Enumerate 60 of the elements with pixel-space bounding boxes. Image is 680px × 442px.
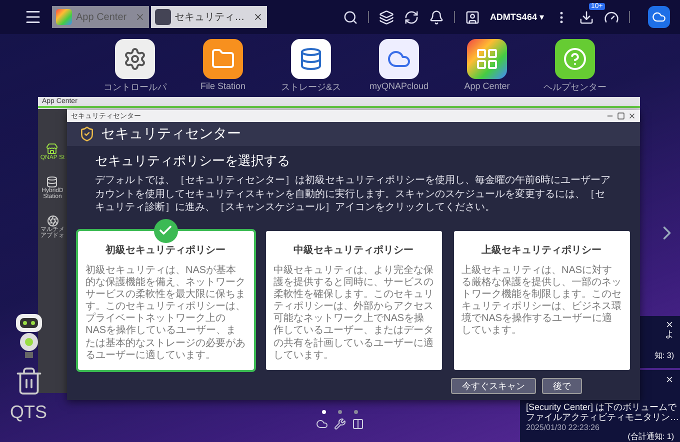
header-title: セキュリティセンター — [101, 125, 241, 143]
app-icon[interactable] — [467, 39, 507, 79]
notification-text: よ — [665, 329, 674, 340]
section-heading: セキュリティポリシーを選択する — [95, 152, 291, 170]
check-icon — [154, 218, 178, 242]
page-dot[interactable] — [322, 410, 326, 414]
tab-label: App Center — [76, 12, 128, 22]
tab-label: セキュリティ… — [174, 11, 246, 24]
bell-icon[interactable] — [428, 10, 444, 24]
policy-title: 上級セキュリティポリシー — [480, 244, 602, 256]
app-label[interactable]: ヘルプセンター — [544, 81, 606, 94]
policy-description: 中級セキュリティは、より完全な保護を提供すると同時に、サービスの柔軟性を確保します。このセキュリティポリシーは、外部からアクセス可能なネットワーク上でNASを操作しているユーザー、またはデータの共有を計画しているユーザーに適しています。 — [274, 264, 434, 362]
user-icon[interactable] — [464, 10, 480, 24]
maximize-icon[interactable] — [617, 112, 625, 120]
app-icon[interactable] — [379, 39, 419, 79]
app-label[interactable]: File Station — [200, 81, 246, 91]
notification-date: 2025/01/30 22:23:26 — [526, 422, 600, 432]
policy-description: 上級セキュリティは、NASに対する厳格な保護を提供し、一部のネットワーク機能を制限します。このセキュリティポリシーは、ビジネス環境でNASを操作するユーザーに適しています。 — [462, 264, 622, 338]
app-icon — [46, 143, 58, 155]
notification-count: 知: 3) — [654, 351, 674, 361]
menu-icon[interactable] — [24, 8, 42, 26]
app-icon[interactable] — [555, 39, 595, 79]
app-label[interactable]: myQNAPcloud — [369, 81, 429, 91]
policy-card[interactable]: 初級セキュリティポリシー 初級セキュリティは、NASが基本的な保護機能を備え、ネットワークサービスの柔軟性を最大限に保ちます。このセキュリティポリシーは、プライベートネットワーク上のNASを操作しているユーザー、または基本的なストレージの必要があるユーザーに適しています。 — [78, 230, 254, 370]
description-text: デフォルトでは、［セキュリティセンター］は初級セキュリティポリシーを使用し、毎金曜の午前6時にユーザーアカウントを使用してセキュリティスキャンを自動的に実行します。スキャンのスケジュールを変更するには、［セキュリティ診断］に進み、［スキャンスケジュール］アイコンをクリックしてください。 — [95, 174, 612, 214]
notification-text: ファイルアクティビティモニタリン… — [526, 412, 679, 423]
close-icon[interactable] — [628, 112, 636, 120]
policy-card[interactable]: 中級セキュリティポリシー 中級セキュリティは、より完全な保護を提供すると同時に、サービスの柔軟性を確保します。このセキュリティポリシーは、外部からアクセス可能なネットワーク上でNASを操作しているユーザー、またはデータの共有を計画しているユーザーに適しています。 — [266, 230, 442, 370]
close-icon[interactable] — [252, 12, 263, 22]
app-icon — [46, 176, 58, 188]
dialog-button[interactable]: 後で — [542, 378, 582, 394]
notification-count: (合計通知: 1) — [628, 432, 674, 442]
app-icon[interactable] — [203, 39, 243, 79]
user-name[interactable]: ADMTS464 ▾ — [490, 12, 544, 22]
app-icon — [46, 214, 58, 227]
policy-title: 中級セキュリティポリシー — [292, 244, 414, 256]
download-icon[interactable] — [579, 10, 594, 24]
policy-card[interactable]: 上級セキュリティポリシー 上級セキュリティは、NASに対する厳格な保護を提供し、一部のネットワーク機能を制限します。このセキュリティポリシーは、ビジネス環境でNASを操作するユーザーに適しています。 — [454, 230, 630, 370]
policy-title: 初級セキュリティポリシー — [104, 243, 226, 256]
search-icon[interactable] — [342, 10, 358, 24]
window-tab[interactable]: セキュリティ… — [150, 6, 267, 28]
app-label[interactable]: App Center — [464, 81, 510, 91]
page-dot[interactable] — [354, 410, 358, 414]
app-icon[interactable] — [291, 39, 331, 79]
notification-text: [Security Center] は下のボリュームで — [526, 402, 677, 412]
policy-description: 初級セキュリティは、NASが基本的な保護機能を備え、ネットワークサービスの柔軟性を最大限に保ちます。このセキュリティポリシーは、プライベートネットワーク上のNASを操作しているユーザー、または基本的なストレージの必要があるユーザーに適しています。 — [86, 264, 246, 362]
dialog-button[interactable]: 今すぐスキャン — [451, 378, 536, 394]
gauge-icon[interactable] — [604, 10, 619, 24]
app-label[interactable]: ストレージ&ス — [281, 81, 342, 94]
wrench-icon[interactable] — [334, 418, 346, 430]
app-icon[interactable] — [115, 39, 155, 79]
cloud-button[interactable] — [648, 6, 670, 28]
sync-icon[interactable] — [404, 10, 419, 24]
page-dot[interactable] — [338, 410, 342, 414]
brand-label: QTS — [10, 402, 48, 423]
cloud-icon[interactable] — [316, 418, 328, 430]
layers-icon[interactable] — [378, 10, 394, 24]
columns-icon[interactable] — [352, 418, 364, 430]
cloud-icon — [652, 10, 666, 24]
app-label[interactable]: コントロールパ — [104, 81, 166, 94]
